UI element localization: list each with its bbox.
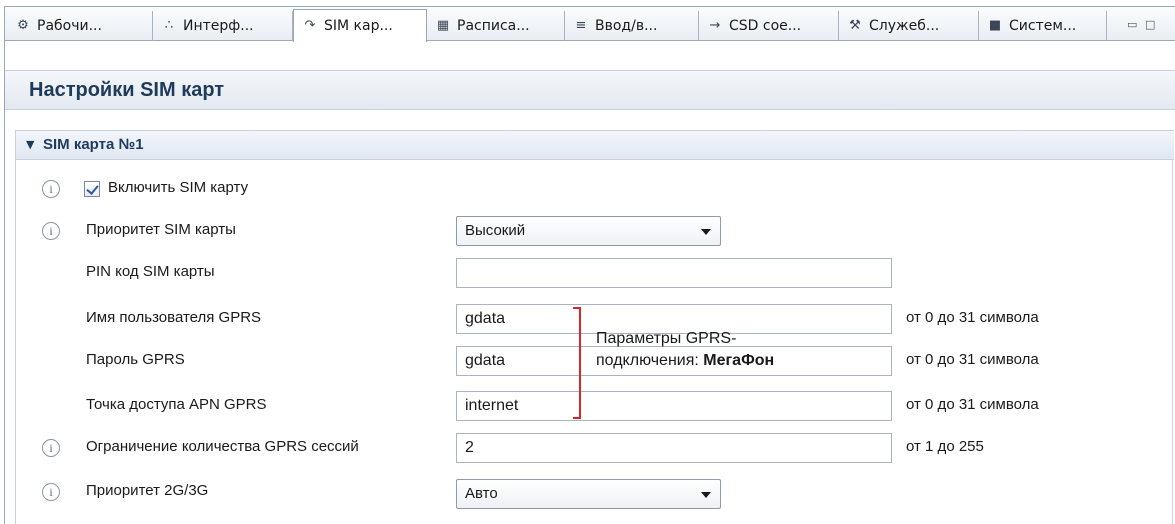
section-title: SIM карта №1	[43, 136, 144, 153]
net-priority-row: i Приоритет 2G/3G Авто	[16, 475, 1174, 509]
tab-csd[interactable]: → CSD сое...	[699, 11, 839, 41]
pin-label: PIN код SIM карты	[86, 263, 215, 280]
tab-label: Расписа...	[457, 18, 530, 34]
sim-priority-row: i Приоритет SIM карты Высокий	[16, 214, 1174, 248]
gprs-user-label: Имя пользователя GPRS	[86, 309, 262, 326]
net-priority-select[interactable]: Авто	[456, 479, 721, 509]
gprs-limit-input[interactable]	[456, 433, 892, 463]
annotation-note: Параметры GPRS- подключения: МегаФон	[596, 328, 886, 372]
wrench-icon: ⚒	[849, 18, 861, 33]
tab-label: Ввод/в...	[595, 18, 658, 34]
sim-icon: ↷	[304, 18, 316, 33]
interface-icon: ∴	[164, 18, 174, 33]
minimize-icon[interactable]: ▭	[1127, 18, 1137, 31]
sim-priority-value: Высокий	[465, 222, 526, 239]
tab-label: Служеб...	[869, 18, 940, 34]
info-icon[interactable]: i	[42, 180, 60, 198]
page-header: Настройки SIM карт	[5, 70, 1175, 110]
enable-sim-row: i Включить SIM карту	[16, 172, 1174, 206]
tab-label: CSD сое...	[729, 18, 802, 34]
gprs-limit-label: Ограничение количества GPRS сессий	[86, 438, 359, 455]
gprs-pass-row: Пароль GPRS от 0 до 31 символа	[16, 344, 1174, 378]
tab-label: Интерф...	[183, 18, 254, 34]
sim-priority-label: Приоритет SIM карты	[86, 221, 236, 238]
tab-label: Систем...	[1009, 18, 1077, 34]
apn-row: Точка доступа APN GPRS от 0 до 31 символ…	[16, 389, 1174, 423]
tab-workspace[interactable]: ⚙ Рабочи...	[7, 11, 153, 41]
tab-label: SIM кар...	[324, 18, 393, 34]
schedule-icon: ▦	[436, 18, 450, 33]
gprs-user-row: Имя пользователя GPRS от 0 до 31 символа	[16, 302, 1174, 336]
page-title: Настройки SIM карт	[29, 79, 225, 101]
tab-io[interactable]: ≡ Ввод/в...	[565, 11, 699, 41]
info-icon[interactable]: i	[42, 483, 60, 501]
sim-card-section: ▼ SIM карта №1 i Включить SIM карту i Пр…	[15, 130, 1174, 524]
tab-bar: ⚙ Рабочи... ∴ Интерф... ↷ SIM кар... ▦ Р…	[5, 7, 1175, 42]
annotation-line1: Параметры GPRS-	[596, 330, 737, 347]
tab-schedule[interactable]: ▦ Расписа...	[427, 11, 565, 41]
info-icon[interactable]: i	[42, 439, 60, 457]
io-icon: ≡	[575, 18, 587, 33]
tab-service[interactable]: ⚒ Служеб...	[839, 11, 979, 41]
annotation-bracket	[573, 307, 581, 419]
annotation-operator: МегаФон	[703, 352, 775, 369]
maximize-icon[interactable]: □	[1145, 18, 1155, 31]
lock-icon: ■	[988, 18, 1002, 33]
workspace-icon: ⚙	[17, 18, 29, 33]
gprs-pass-hint: от 0 до 31 символа	[906, 351, 1039, 368]
sim-priority-select[interactable]: Высокий	[456, 216, 721, 246]
gprs-user-hint: от 0 до 31 символа	[906, 309, 1039, 326]
pin-input[interactable]	[456, 258, 892, 288]
enable-sim-checkbox[interactable]	[84, 181, 100, 197]
enable-sim-label: Включить SIM карту	[108, 179, 249, 196]
tab-sim[interactable]: ↷ SIM кар...	[293, 9, 427, 42]
tab-label: Рабочи...	[37, 18, 102, 34]
chevron-down-icon	[701, 229, 711, 235]
annotation-line2: подключения: МегаФон	[596, 350, 886, 372]
gprs-limit-hint: от 1 до 255	[906, 438, 984, 455]
pin-row: PIN код SIM карты	[16, 256, 1174, 290]
gprs-limit-row: i Ограничение количества GPRS сессий от …	[16, 431, 1174, 465]
section-header[interactable]: ▼ SIM карта №1	[16, 130, 1174, 160]
net-priority-label: Приоритет 2G/3G	[86, 482, 209, 499]
info-icon[interactable]: i	[42, 222, 60, 240]
tab-system[interactable]: ■ Систем...	[979, 11, 1107, 41]
collapse-triangle-icon[interactable]: ▼	[26, 138, 34, 151]
apn-hint: от 0 до 31 символа	[906, 396, 1039, 413]
tab-interface[interactable]: ∴ Интерф...	[153, 11, 293, 41]
gprs-pass-label: Пароль GPRS	[86, 351, 185, 368]
chevron-down-icon	[701, 492, 711, 498]
csd-icon: →	[709, 18, 721, 33]
annotation-prefix: подключения:	[596, 352, 704, 369]
net-priority-value: Авто	[465, 485, 498, 502]
apn-label: Точка доступа APN GPRS	[86, 396, 267, 413]
apn-input[interactable]	[456, 391, 892, 421]
